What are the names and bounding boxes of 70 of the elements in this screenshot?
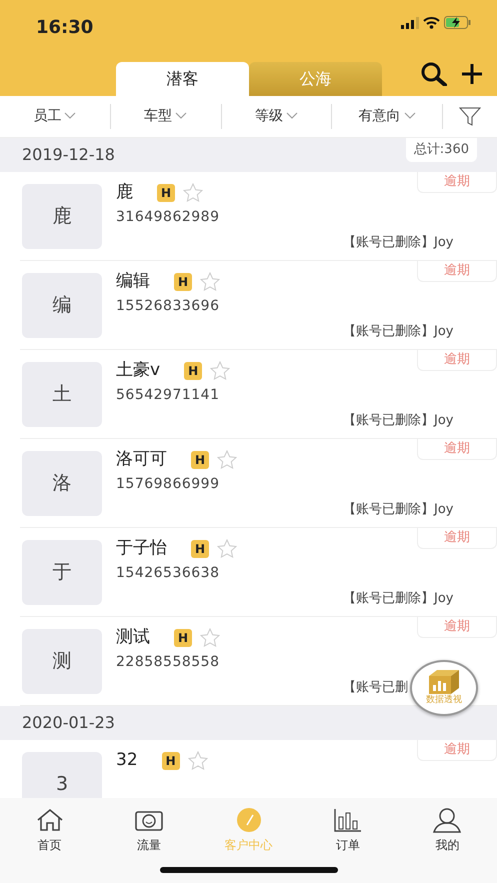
overdue-tag: 逾期 xyxy=(417,350,497,370)
customer-name: 鹿 xyxy=(116,181,133,204)
overdue-tag: 逾期 xyxy=(417,261,497,282)
search-button[interactable] xyxy=(421,62,447,86)
level-badge: H xyxy=(191,540,210,558)
owner-label: 【账号已删除】Joy xyxy=(343,500,454,518)
owner-label: 【账号已删除】Joy xyxy=(343,590,454,608)
phone-number: 56542971141 xyxy=(116,386,220,405)
nav-tab[interactable]: 订单 xyxy=(298,806,398,883)
search-icon xyxy=(421,62,447,86)
nav-tab[interactable]: 流量 xyxy=(99,806,199,883)
person-icon xyxy=(432,807,462,833)
customer-name: 编辑 xyxy=(116,270,150,293)
total-count: 总计:360 xyxy=(406,138,477,162)
avatar: 测 xyxy=(22,629,102,694)
nav-tab[interactable]: 首页 xyxy=(0,806,100,883)
date-header: 2019-12-18 xyxy=(22,144,115,166)
filter-dropdown[interactable]: 员工 xyxy=(0,104,111,129)
level-badge: H xyxy=(162,752,180,770)
box-chart-icon xyxy=(427,668,461,694)
phone-number: 15769866999 xyxy=(116,475,220,494)
avatar: 土 xyxy=(22,362,102,427)
avatar: 编 xyxy=(22,273,102,338)
overdue-tag: 逾期 xyxy=(417,439,497,460)
customer-name: 洛可可 xyxy=(116,448,167,471)
level-badge: H xyxy=(184,362,202,380)
add-button[interactable] xyxy=(461,63,483,85)
filter-dropdown[interactable]: 有意向 xyxy=(332,104,443,129)
filter-dropdown[interactable]: 等级 xyxy=(222,104,332,129)
signal-icon xyxy=(401,16,419,28)
owner-label: 【账号已删除】Joy xyxy=(343,412,454,430)
chevron-down-icon xyxy=(175,112,188,120)
customer-name: 测试 xyxy=(116,626,150,649)
level-badge: H xyxy=(174,272,192,291)
avatar: 3 xyxy=(22,752,102,798)
chevron-down-icon xyxy=(286,112,298,120)
nav-tab[interactable]: 我的 xyxy=(398,806,497,883)
date-header: 2020-01-23 xyxy=(22,712,115,734)
wifi-icon xyxy=(423,16,440,29)
filter-button[interactable] xyxy=(459,106,481,126)
level-badge: H xyxy=(157,184,176,202)
level-badge: H xyxy=(174,628,192,647)
avatar: 洛 xyxy=(22,451,102,516)
phone-number: 15526833696 xyxy=(116,297,220,316)
segment-tab[interactable]: 潜客 xyxy=(116,62,249,96)
overdue-tag: 逾期 xyxy=(417,172,497,192)
battery-charging-icon xyxy=(444,16,471,29)
owner-label: 【账号已删 xyxy=(343,678,408,696)
filter-icon xyxy=(459,106,481,126)
bar-chart-icon xyxy=(332,807,363,833)
chevron-down-icon xyxy=(404,112,416,120)
overdue-tag: 逾期 xyxy=(417,617,497,638)
phone-number: 31649862989 xyxy=(116,208,220,227)
customer-name: 32 xyxy=(116,749,138,772)
owner-label: 【账号已删除】Joy xyxy=(343,322,454,340)
customer-name: 于子怡 xyxy=(116,537,167,560)
plus-icon xyxy=(461,63,483,85)
phone-number: 15426536638 xyxy=(116,564,220,583)
owner-label: 【账号已删除】Joy xyxy=(343,234,454,252)
filter-dropdown[interactable]: 车型 xyxy=(110,104,222,129)
phone-number: 22858558558 xyxy=(116,653,220,672)
home-icon xyxy=(34,807,65,833)
avatar: 鹿 xyxy=(22,184,102,249)
avatar: 于 xyxy=(22,540,102,605)
customer-name: 土豪v xyxy=(116,359,160,382)
overdue-tag: 逾期 xyxy=(417,740,497,760)
chevron-down-icon xyxy=(64,112,76,120)
overdue-tag: 逾期 xyxy=(417,528,497,548)
status-time: 16:30 xyxy=(36,16,94,40)
level-badge: H xyxy=(191,450,210,469)
